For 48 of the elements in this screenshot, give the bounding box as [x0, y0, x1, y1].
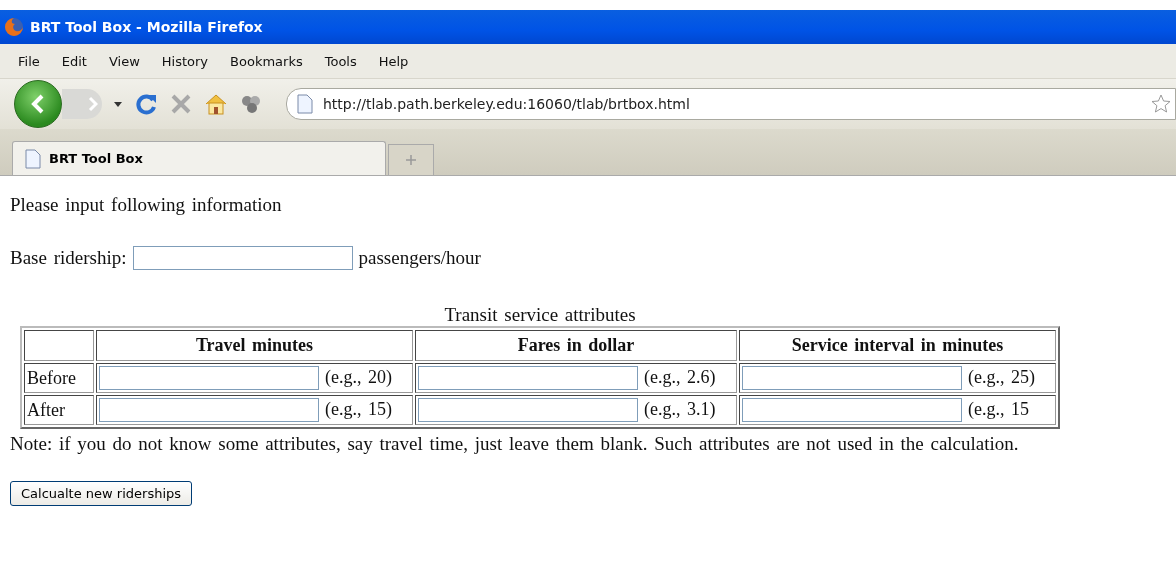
menu-item[interactable]: Help	[378, 53, 409, 69]
input-field[interactable]	[99, 398, 319, 422]
close-icon[interactable]	[170, 93, 192, 115]
firefox-logo-icon	[4, 17, 24, 37]
address-bar[interactable]: http://tlab.path.berkeley.edu:16060/tlab/brtbox.html	[286, 88, 1176, 120]
intro-text: Please input following information	[10, 194, 283, 216]
chevron-right-icon	[88, 96, 98, 112]
input-field[interactable]	[418, 366, 639, 390]
window-title: BRT Tool Box - Mozilla Firefox	[30, 19, 263, 35]
example-hint: (e.g., 15	[967, 399, 1029, 419]
menu-item[interactable]: View	[108, 53, 140, 69]
column-header: Travel minutes	[96, 330, 414, 361]
row-label: Before	[24, 363, 94, 393]
example-hint: (e.g., 2.6)	[644, 367, 716, 387]
row-label: After	[24, 395, 94, 425]
page-icon	[297, 94, 313, 114]
menu-item[interactable]: History	[161, 53, 209, 69]
menu-item[interactable]: Bookmarks	[230, 53, 303, 69]
note-text: Note: if you do not know some attributes, say travel time, just leave them blank. Such attributes are not used in the calculation.	[10, 433, 1020, 455]
back-button[interactable]	[14, 80, 62, 128]
column-header: Service interval in minutes	[738, 330, 1056, 361]
input-field[interactable]	[741, 398, 962, 422]
input-field[interactable]	[132, 246, 353, 270]
menu-item[interactable]: Tools	[324, 53, 357, 69]
table-cell	[24, 330, 94, 361]
page-icon	[25, 148, 41, 169]
example-hint: (e.g., 20)	[325, 367, 392, 387]
reload-icon[interactable]	[134, 92, 158, 116]
input-field[interactable]	[741, 366, 962, 390]
plus-icon	[406, 155, 416, 165]
caret-icon[interactable]	[114, 101, 122, 107]
calculate-button[interactable]: Calcualte new riderships	[10, 481, 193, 506]
unit-label: passengers/hour	[358, 247, 481, 269]
circles-icon[interactable]	[240, 93, 262, 115]
field-label: Base ridership:	[10, 247, 127, 269]
home-icon[interactable]	[204, 93, 228, 115]
new-tab-button[interactable]	[388, 144, 434, 175]
example-hint: (e.g., 15)	[325, 399, 392, 419]
input-field[interactable]	[99, 366, 319, 390]
input-field[interactable]	[418, 398, 639, 422]
menu-item[interactable]: Edit	[61, 53, 87, 69]
table-caption: Transit service attributes	[443, 304, 637, 326]
star-icon[interactable]	[1151, 94, 1171, 114]
example-hint: (e.g., 25)	[967, 367, 1035, 387]
example-hint: (e.g., 3.1)	[644, 399, 716, 419]
browser-tab[interactable]: BRT Tool Box	[12, 141, 386, 175]
column-header: Fares in dollar	[415, 330, 737, 361]
menu-item[interactable]: File	[18, 53, 40, 69]
